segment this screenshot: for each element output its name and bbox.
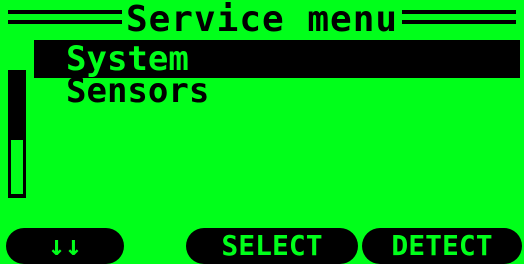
page-title-text: Service menu: [121, 0, 403, 40]
scrollbar-thumb[interactable]: [11, 140, 23, 194]
double-down-arrow-icon: ↓↓: [48, 229, 82, 262]
softkey-select-button[interactable]: SELECT: [186, 228, 358, 264]
softkey-detect-button[interactable]: DETECT: [362, 228, 522, 264]
softkey-detect-label: DETECT: [391, 229, 493, 262]
page-title: Service menu: [0, 0, 524, 40]
lcd-screen: Service menu System Sensors ↓↓ SELECT DE…: [0, 0, 524, 264]
menu-item-sensors[interactable]: Sensors: [34, 72, 520, 110]
softkey-scroll-down-button[interactable]: ↓↓: [6, 228, 124, 264]
softkey-select-label: SELECT: [221, 229, 323, 262]
